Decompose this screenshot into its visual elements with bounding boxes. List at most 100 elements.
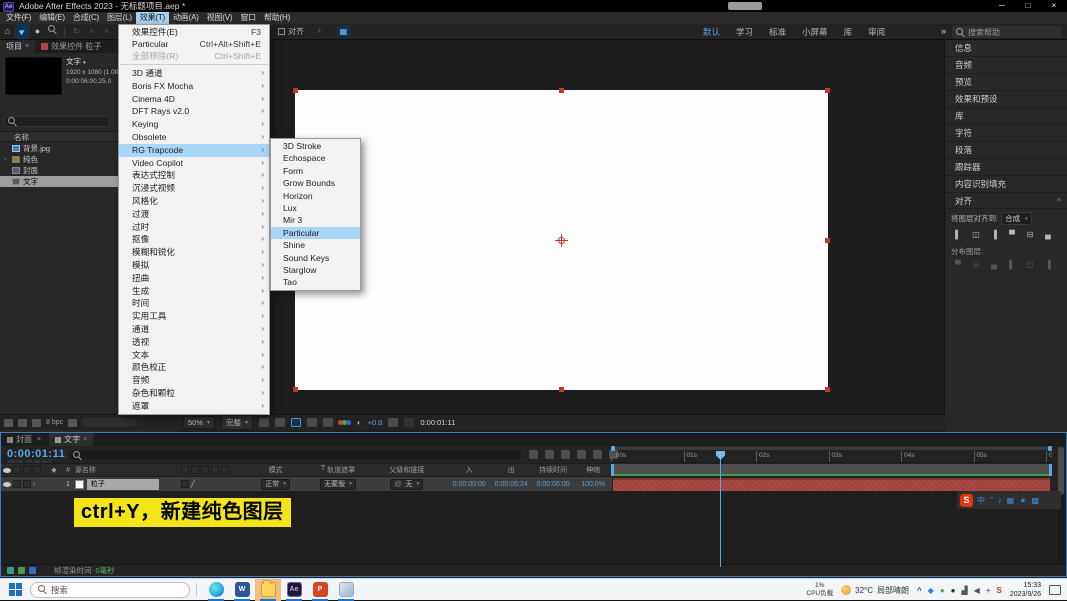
trapcode-submenu-item[interactable]: Echospace [271,152,360,164]
grid-options-icon[interactable]: ▦ [337,26,350,37]
project-filter-box[interactable] [82,418,138,427]
toolbox-icon[interactable]: ▩ [1031,496,1039,505]
distribute-right-button[interactable]: ▐ [1041,259,1055,271]
effects-menu-category[interactable]: 时间 › [119,297,269,310]
hand-tool-icon[interactable]: ● [30,24,45,39]
lock-icon[interactable] [33,466,41,474]
effects-menu-category[interactable]: 扭曲 › [119,272,269,285]
panel-tab[interactable]: 库 [945,108,1067,125]
anchor-point-crosshair[interactable] [555,234,568,247]
label-column-icon[interactable]: ◆ [47,466,61,474]
home-icon[interactable]: ⌂ [0,24,15,39]
handle-top-center[interactable] [559,88,564,93]
cpu-monitor[interactable]: 1% CPU负载 [806,582,833,598]
panel-tab[interactable]: 内容识别填充 [945,176,1067,193]
panel-menu-icon[interactable]: ≡ [25,40,29,53]
effects-menu-category[interactable]: 过时 › [119,221,269,234]
panel-tab[interactable]: 预览 [945,74,1067,91]
delete-icon[interactable] [68,418,78,427]
trapcode-submenu-item[interactable]: Starglow [271,264,360,276]
workspace-tab[interactable]: 小屏幕 [802,26,828,38]
zoom-tool-icon[interactable] [45,24,60,39]
align-right-button[interactable]: ▐ [987,229,1001,241]
pan-behind-tool-icon[interactable]: + [99,24,114,39]
sogou-tray-icon[interactable]: S [997,586,1002,595]
layer-stretch[interactable]: 100.0% [574,481,612,488]
game-cross-icon[interactable]: + [986,586,991,595]
effects-menu-category[interactable]: DFT Rays v2.0 › [119,105,269,118]
region-of-interest-icon[interactable] [275,418,286,427]
shy-toggle[interactable] [180,480,189,488]
chevron-down-icon[interactable]: ▾ [83,60,86,66]
render-queue-icon[interactable] [7,567,14,574]
taskbar-clock[interactable]: 15:33 2023/9/26 [1010,581,1041,599]
handle-bottom-right[interactable] [825,387,830,392]
menu-item[interactable]: 动画(A) [169,12,203,24]
timeline-tab-text[interactable]: 文字 ≡ [49,433,94,446]
wechat-icon[interactable]: ● [940,586,945,595]
file-explorer-icon[interactable] [255,578,281,601]
timeline-tab-cover[interactable]: 封面 × [1,433,49,446]
tab-project[interactable]: 项目 ≡ [0,40,36,53]
microphone-icon[interactable]: ♪ [998,496,1002,505]
camera-tool-icon[interactable]: + [84,24,99,39]
panel-tab[interactable]: 音频 [945,57,1067,74]
snap-checkbox[interactable] [278,28,285,35]
snapshot-camera-icon[interactable] [388,418,399,427]
notification-center-icon[interactable] [1049,585,1061,595]
timeline-layer-row[interactable]: › 1 粒子 ╱ 正常 ▾ 无蒙版 ▾ @ 无 ▾ 0:00:00:00 0:00:05 [1,477,612,491]
effects-menu-item[interactable]: 全部移除(R) Ctrl+Shift+E [119,50,269,62]
security-shield-icon[interactable]: ◆ [928,586,934,595]
after-effects-icon[interactable]: Ae [281,579,307,601]
distribute-left-button[interactable]: ▌ [1005,259,1019,271]
selection-tool-icon[interactable]: ► [15,24,30,39]
effects-menu-category[interactable]: 3D 通道 › [119,67,269,80]
help-search-input[interactable]: 搜索帮助 [952,26,1062,38]
effects-menu-category[interactable]: 杂色和颗粒 › [119,387,269,400]
current-timecode[interactable]: 0:00:01:11 [7,448,65,460]
new-composition-icon[interactable] [32,418,41,427]
trapcode-submenu-item[interactable]: 3D Stroke [271,140,360,152]
timeline-search-input[interactable] [69,450,521,460]
handle-mid-right[interactable] [825,238,830,243]
maximize-button[interactable]: □ [1015,0,1041,12]
workspace-tab[interactable]: 库 [844,26,853,38]
effects-menu-category[interactable]: Keying › [119,118,269,131]
expander-icon[interactable]: › [33,481,35,488]
interpret-footage-icon[interactable] [4,418,13,427]
handle-bottom-center[interactable] [559,387,564,392]
workspace-tab[interactable]: 默认 [703,26,720,38]
minimize-button[interactable]: ─ [989,0,1015,12]
keyboard-icon[interactable]: ▦ [1007,496,1015,505]
distribute-h-center-button[interactable]: ◫ [1023,259,1037,271]
collapse-switch-icon[interactable] [190,466,199,474]
workspace-tab[interactable]: 学习 [736,26,753,38]
effects-menu-category[interactable]: 颜色校正 › [119,361,269,374]
effects-menu-category[interactable]: RG Trapcode › [119,143,269,157]
trapcode-submenu-item[interactable]: Mir 3 [271,214,360,226]
effects-menu-item[interactable]: Particular Ctrl+Alt+Shift+E [119,38,269,50]
shy-switch-icon[interactable] [180,466,189,474]
channel-rgb-icon[interactable] [338,420,352,425]
gpu-icon[interactable] [29,567,36,574]
trapcode-submenu-item[interactable]: Sound Keys [271,252,360,264]
work-area-bar[interactable] [611,464,1052,476]
menu-item[interactable]: 文件(F) [2,12,35,24]
align-bottom-button[interactable]: ▄ [1041,229,1055,241]
language-icon[interactable]: 中 [977,495,985,506]
align-to-dropdown[interactable]: 合成 ▾ [1001,212,1032,225]
effects-menu-category[interactable]: 抠像 › [119,233,269,246]
effects-menu-category[interactable]: 通道 › [119,323,269,336]
align-h-center-button[interactable]: ◫ [969,229,983,241]
tray-expand-icon[interactable]: ^ [917,586,922,595]
track-matte-dropdown[interactable]: 无蒙版 ▾ [320,478,356,490]
in-column[interactable]: 入 [448,465,490,475]
punctuation-icon[interactable]: ” [990,496,993,505]
powerpoint-icon[interactable]: P [307,579,333,601]
parent-link-column[interactable]: 父级和链接 [365,465,448,475]
trapcode-submenu-item[interactable]: Particular [271,226,360,240]
motion-blur-icon[interactable] [593,450,602,459]
effect-switch-icon[interactable] [210,466,219,474]
duration-column[interactable]: 持续时间 [532,465,574,475]
align-top-button[interactable]: ▀ [1005,229,1019,241]
